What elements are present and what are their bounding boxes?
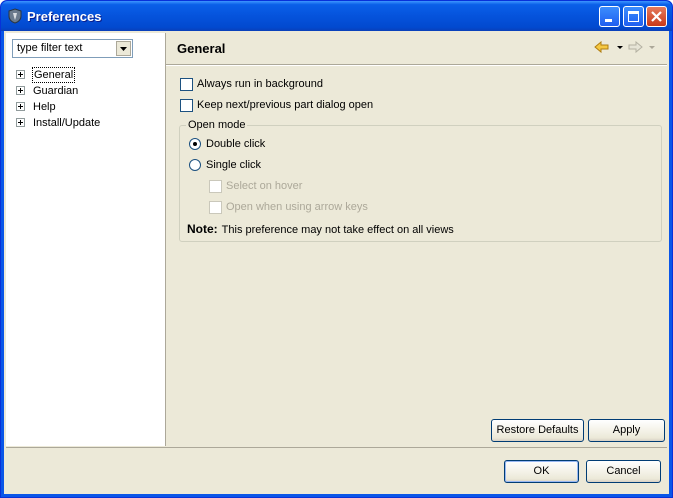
preferences-app-icon <box>7 8 23 24</box>
single-click-label: Single click <box>206 159 262 171</box>
maximize-icon <box>628 11 639 22</box>
filter-input[interactable]: type filter text <box>17 42 82 54</box>
back-button[interactable] <box>594 40 624 58</box>
title-bar[interactable]: Preferences <box>1 1 672 31</box>
header-separator <box>166 64 667 66</box>
note-body: This preference may not take effect on a… <box>221 224 454 236</box>
cancel-button[interactable]: Cancel <box>586 460 661 483</box>
open-arrow-keys-label: Open when using arrow keys <box>226 201 368 213</box>
ok-button[interactable]: OK <box>504 460 579 483</box>
expand-icon[interactable] <box>16 118 25 127</box>
keep-dialog-open-label: Keep next/previous part dialog open <box>197 99 374 111</box>
forward-arrow-icon <box>628 40 655 54</box>
forward-button[interactable] <box>628 40 658 58</box>
open-mode-label: Open mode <box>186 119 248 131</box>
expand-icon[interactable] <box>16 102 25 111</box>
select-on-hover-label: Select on hover <box>226 180 303 192</box>
double-click-label: Double click <box>206 138 266 150</box>
close-button[interactable] <box>646 6 667 27</box>
tree-item-label: Install/Update <box>33 117 101 129</box>
single-click-radio[interactable] <box>189 159 201 171</box>
close-icon <box>651 11 662 22</box>
double-click-radio[interactable] <box>189 138 201 150</box>
preference-page: General Always run in background Keep ne… <box>166 33 667 446</box>
window-title: Preferences <box>27 9 102 24</box>
note-prefix: Note: <box>187 222 218 236</box>
select-on-hover-checkbox <box>209 180 222 193</box>
tree-item-label: General <box>32 67 76 83</box>
filter-combo[interactable]: type filter text <box>12 39 133 58</box>
apply-button[interactable]: Apply <box>588 419 665 442</box>
always-run-background-label: Always run in background <box>197 78 323 90</box>
expand-icon[interactable] <box>16 86 25 95</box>
tree-item-label: Guardian <box>33 85 79 97</box>
keep-dialog-open-checkbox[interactable] <box>180 99 193 112</box>
minimize-icon <box>605 19 612 22</box>
footer-separator <box>6 447 667 448</box>
minimize-button[interactable] <box>599 6 620 27</box>
open-arrow-keys-checkbox <box>209 201 222 214</box>
tree-item-label: Help <box>33 101 56 113</box>
maximize-button[interactable] <box>623 6 644 27</box>
open-mode-group: Open mode Double click Single click Sele… <box>179 119 662 242</box>
note-text: Note: This preference may not take effect… <box>187 222 454 236</box>
filter-dropdown-button[interactable] <box>116 41 131 56</box>
preference-tree-pane: type filter text General Guardian Help I… <box>6 33 166 446</box>
restore-defaults-button[interactable]: Restore Defaults <box>491 419 584 442</box>
preferences-window: Preferences type filter text General Gua… <box>0 0 673 498</box>
back-arrow-icon <box>594 40 623 54</box>
page-title: General <box>177 41 226 56</box>
expand-icon[interactable] <box>16 70 25 79</box>
dialog-client-area: type filter text General Guardian Help I… <box>4 31 669 494</box>
chevron-down-icon <box>120 47 127 51</box>
always-run-background-checkbox[interactable] <box>180 78 193 91</box>
